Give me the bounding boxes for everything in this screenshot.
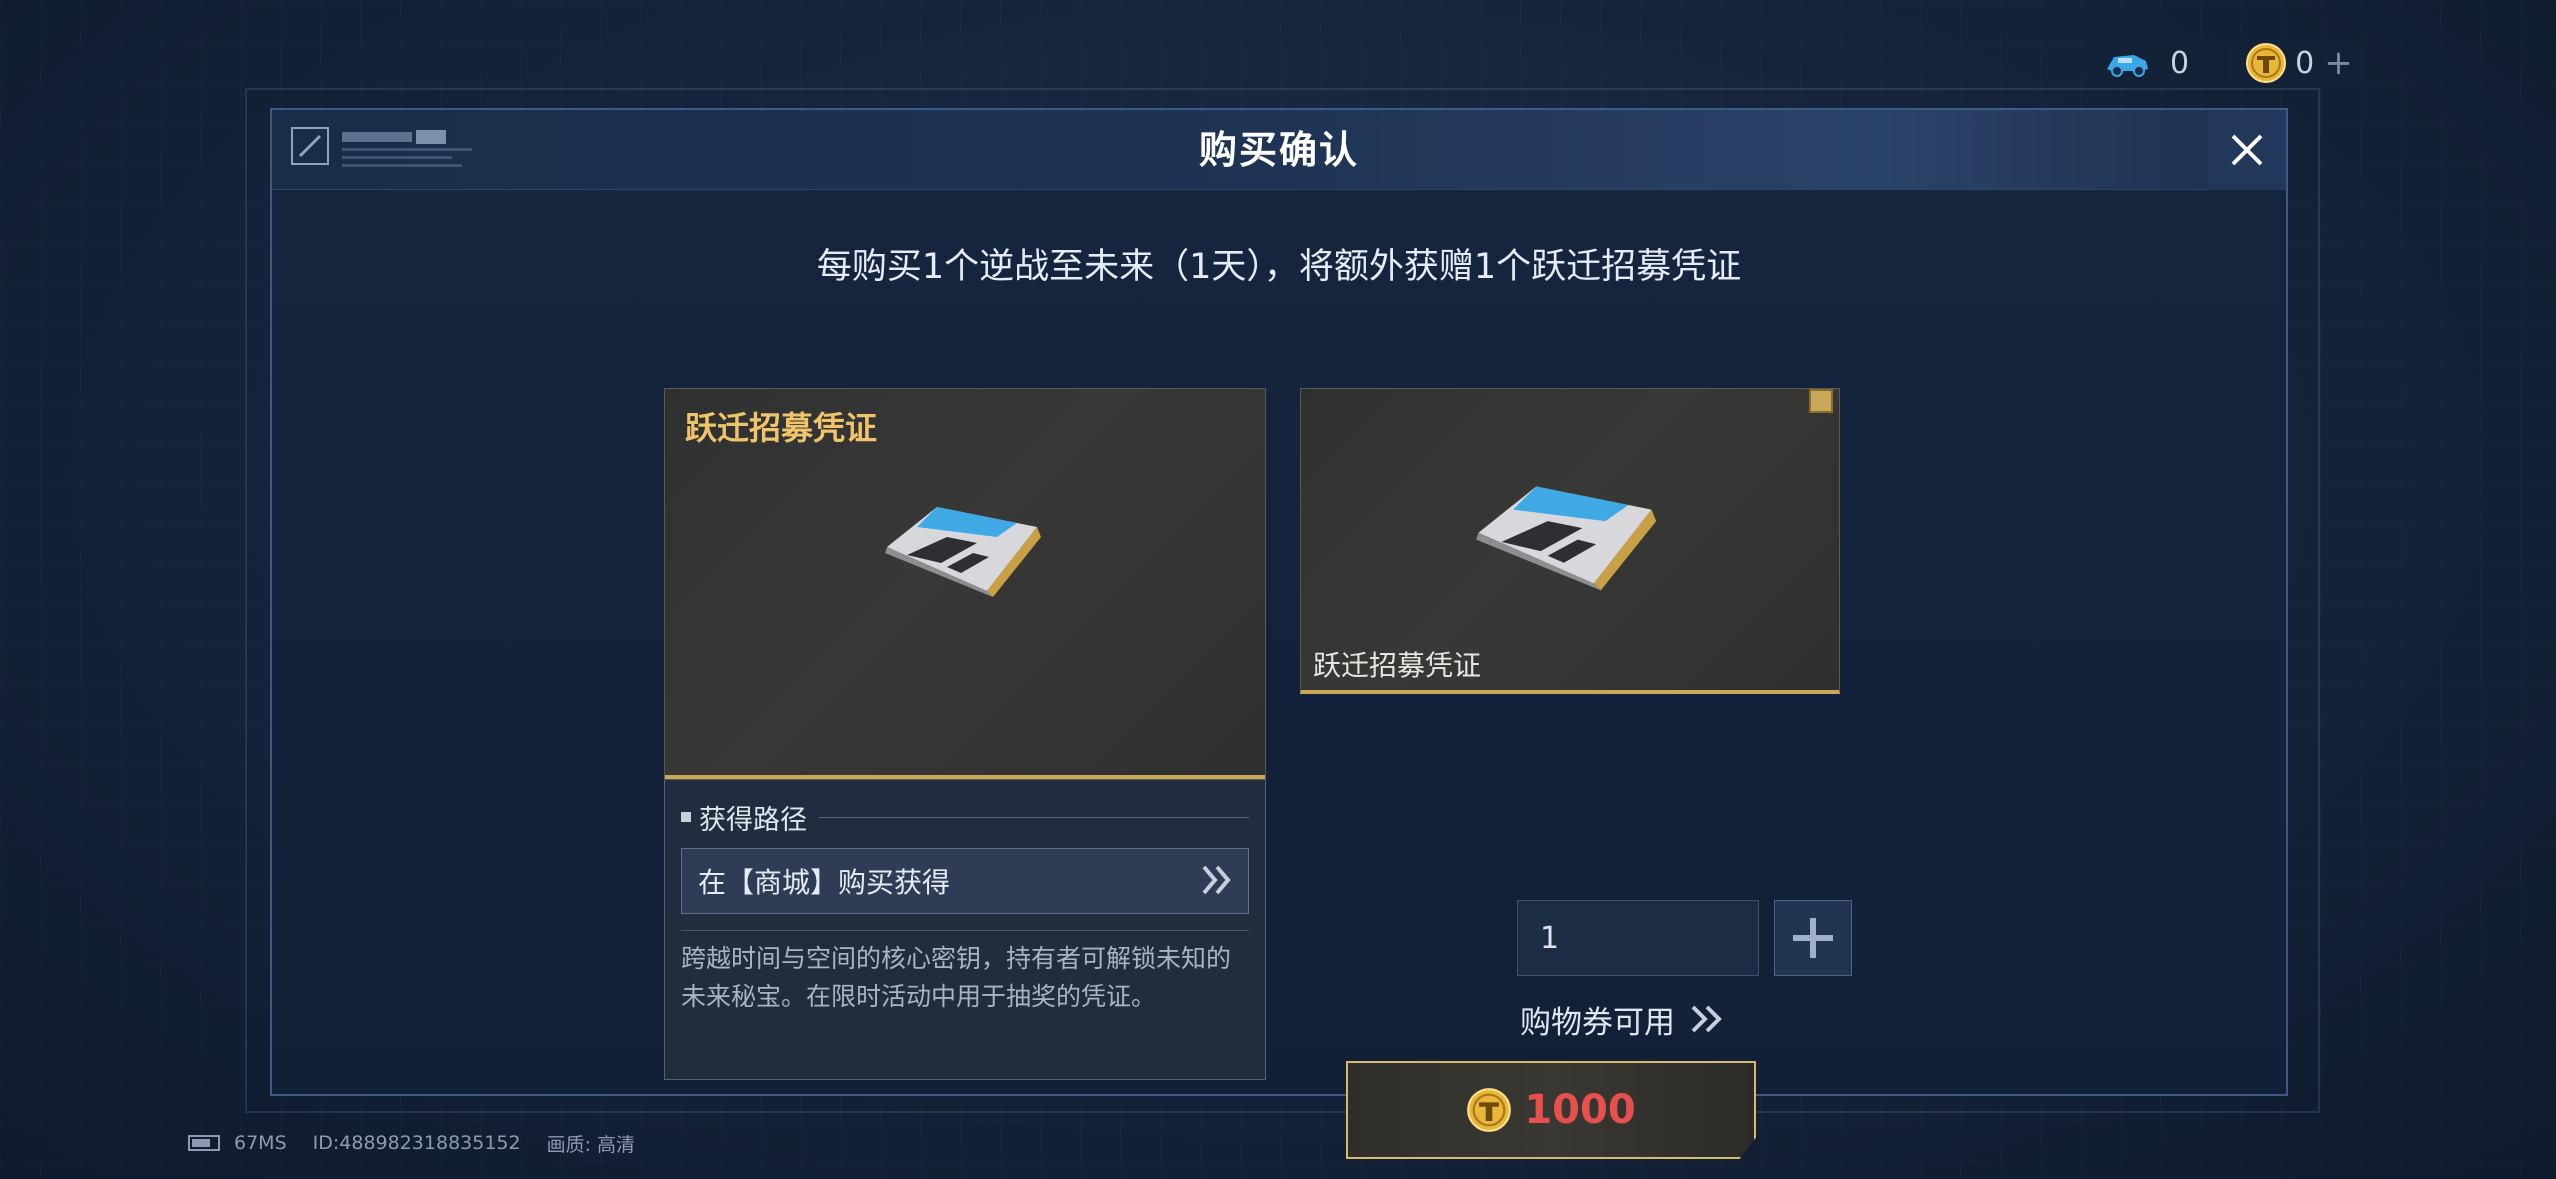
- coin-count: 0: [2295, 45, 2315, 81]
- gift-card-name: 跃迁招募凭证: [1313, 649, 1482, 682]
- purchase-confirm-dialog: 购买确认 每购买1个逆战至未来（1天），将额外获赠1个跃迁招募凭证 跃迁招募凭证: [270, 108, 2288, 1159]
- obtain-path-header: 获得路径: [681, 800, 1249, 836]
- obtain-path-label: 获得路径: [699, 804, 807, 836]
- plus-icon: [1793, 918, 1833, 958]
- item-tooltip: 获得路径 在【商城】购买获得 跨越时间与空间的核心密钥，持有者可解锁未知的未来秘…: [664, 780, 1266, 1080]
- divider: [819, 816, 1249, 818]
- currency-bar: 0 0 +: [2090, 38, 2367, 88]
- obtain-path-button-label: 在【商城】购买获得: [698, 866, 951, 899]
- divider: [681, 930, 1249, 931]
- price-amount: 1000: [1524, 1087, 1636, 1133]
- quantity-input[interactable]: 1: [1517, 900, 1759, 976]
- item-card-name: 跃迁招募凭证: [685, 409, 878, 447]
- gift-card[interactable]: 跃迁招募凭证: [1300, 388, 1840, 694]
- coupon-label: 购物券可用: [1520, 1004, 1675, 1041]
- close-icon: [2231, 134, 2263, 166]
- dialog-title: 购买确认: [1198, 128, 1359, 172]
- add-coin-button[interactable]: +: [2324, 43, 2353, 83]
- player-id: ID:488982318835152: [312, 1132, 521, 1154]
- quantity-plus-button[interactable]: [1774, 900, 1852, 976]
- coin-icon: [2243, 43, 2289, 83]
- ticket-icon: [877, 497, 1047, 605]
- coin-icon: [1467, 1088, 1512, 1132]
- ticket-icon: [1465, 475, 1665, 599]
- close-button[interactable]: [2208, 110, 2286, 190]
- double-chevron-right-icon: [1689, 1004, 1727, 1034]
- gift-badge-icon: [1809, 389, 1833, 413]
- dialog-subtitle: 每购买1个逆战至未来（1天），将额外获赠1个跃迁招募凭证: [816, 247, 1742, 287]
- status-bar: 67MS ID:488982318835152 画质: 高清: [188, 1128, 661, 1158]
- item-card[interactable]: 跃迁招募凭证: [664, 388, 1266, 780]
- coupon-available-link[interactable]: 购物券可用: [1520, 994, 1727, 1044]
- battery-icon: [188, 1135, 220, 1151]
- item-card-gold-line: [665, 775, 1265, 779]
- vehicle-count: 0: [2170, 45, 2190, 81]
- ping-value: 67MS: [234, 1132, 287, 1154]
- quality-setting: 画质: 高清: [546, 1133, 636, 1156]
- dialog-header: 购买确认: [272, 110, 2286, 190]
- vehicle-icon: [2104, 43, 2150, 83]
- price-display: 1000: [1348, 1063, 1754, 1157]
- obtain-path-button[interactable]: 在【商城】购买获得: [681, 848, 1249, 914]
- bullet-icon: [681, 812, 691, 822]
- coin-currency: 0 +: [2229, 38, 2367, 88]
- buy-button[interactable]: 1000: [1346, 1061, 1756, 1159]
- vehicle-currency: 0: [2090, 38, 2216, 88]
- double-chevron-right-icon: [1200, 863, 1234, 901]
- item-description: 跨越时间与空间的核心密钥，持有者可解锁未知的未来秘宝。在限时活动中用于抽奖的凭证…: [681, 944, 1232, 1011]
